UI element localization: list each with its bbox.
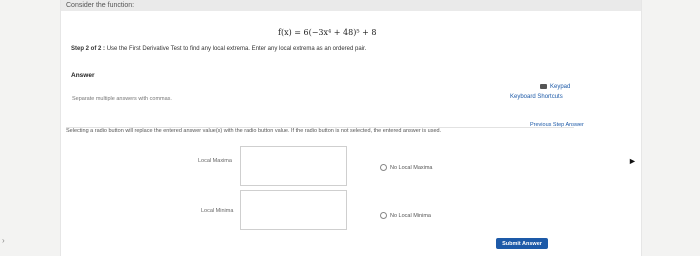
step-prefix: Step 2 of 2 :	[71, 46, 106, 52]
step-text: Use the First Derivative Test to find an…	[106, 46, 367, 52]
local-minima-input[interactable]	[240, 190, 347, 230]
answer-heading: Answer	[71, 72, 95, 79]
local-maxima-input[interactable]	[240, 146, 347, 186]
submit-answer-button[interactable]: Submit Answer	[496, 238, 548, 249]
step-instruction: Step 2 of 2 : Use the First Derivative T…	[71, 46, 366, 52]
no-local-maxima-radio[interactable]	[380, 164, 387, 171]
no-local-maxima-label: No Local Maxima	[390, 164, 433, 171]
no-local-minima-radio[interactable]	[380, 212, 387, 219]
top-bar	[61, 0, 641, 11]
local-minima-label: Local Minima	[201, 208, 234, 214]
radio-note: Selecting a radio button will replace th…	[66, 128, 442, 134]
no-local-maxima-option[interactable]: No Local Maxima	[380, 164, 433, 171]
function-formula: f(x) = 6(−3x⁴ + 48)⁵ + 8	[278, 28, 377, 37]
keyboard-shortcuts-link[interactable]: Keyboard Shortcuts	[510, 94, 563, 100]
intro-text: Consider the function:	[66, 2, 135, 9]
no-local-minima-label: No Local Minima	[390, 212, 431, 219]
chevron-left-icon[interactable]: ›	[2, 236, 5, 245]
keypad-link[interactable]: Keypad	[540, 84, 570, 90]
separate-hint: Separate multiple answers with commas.	[72, 96, 172, 102]
no-local-minima-option[interactable]: No Local Minima	[380, 212, 431, 219]
local-maxima-label: Local Maxima	[198, 158, 232, 164]
keypad-label: Keypad	[550, 84, 571, 91]
cursor-arrow-icon: ►	[628, 156, 637, 166]
keypad-icon	[540, 84, 547, 89]
